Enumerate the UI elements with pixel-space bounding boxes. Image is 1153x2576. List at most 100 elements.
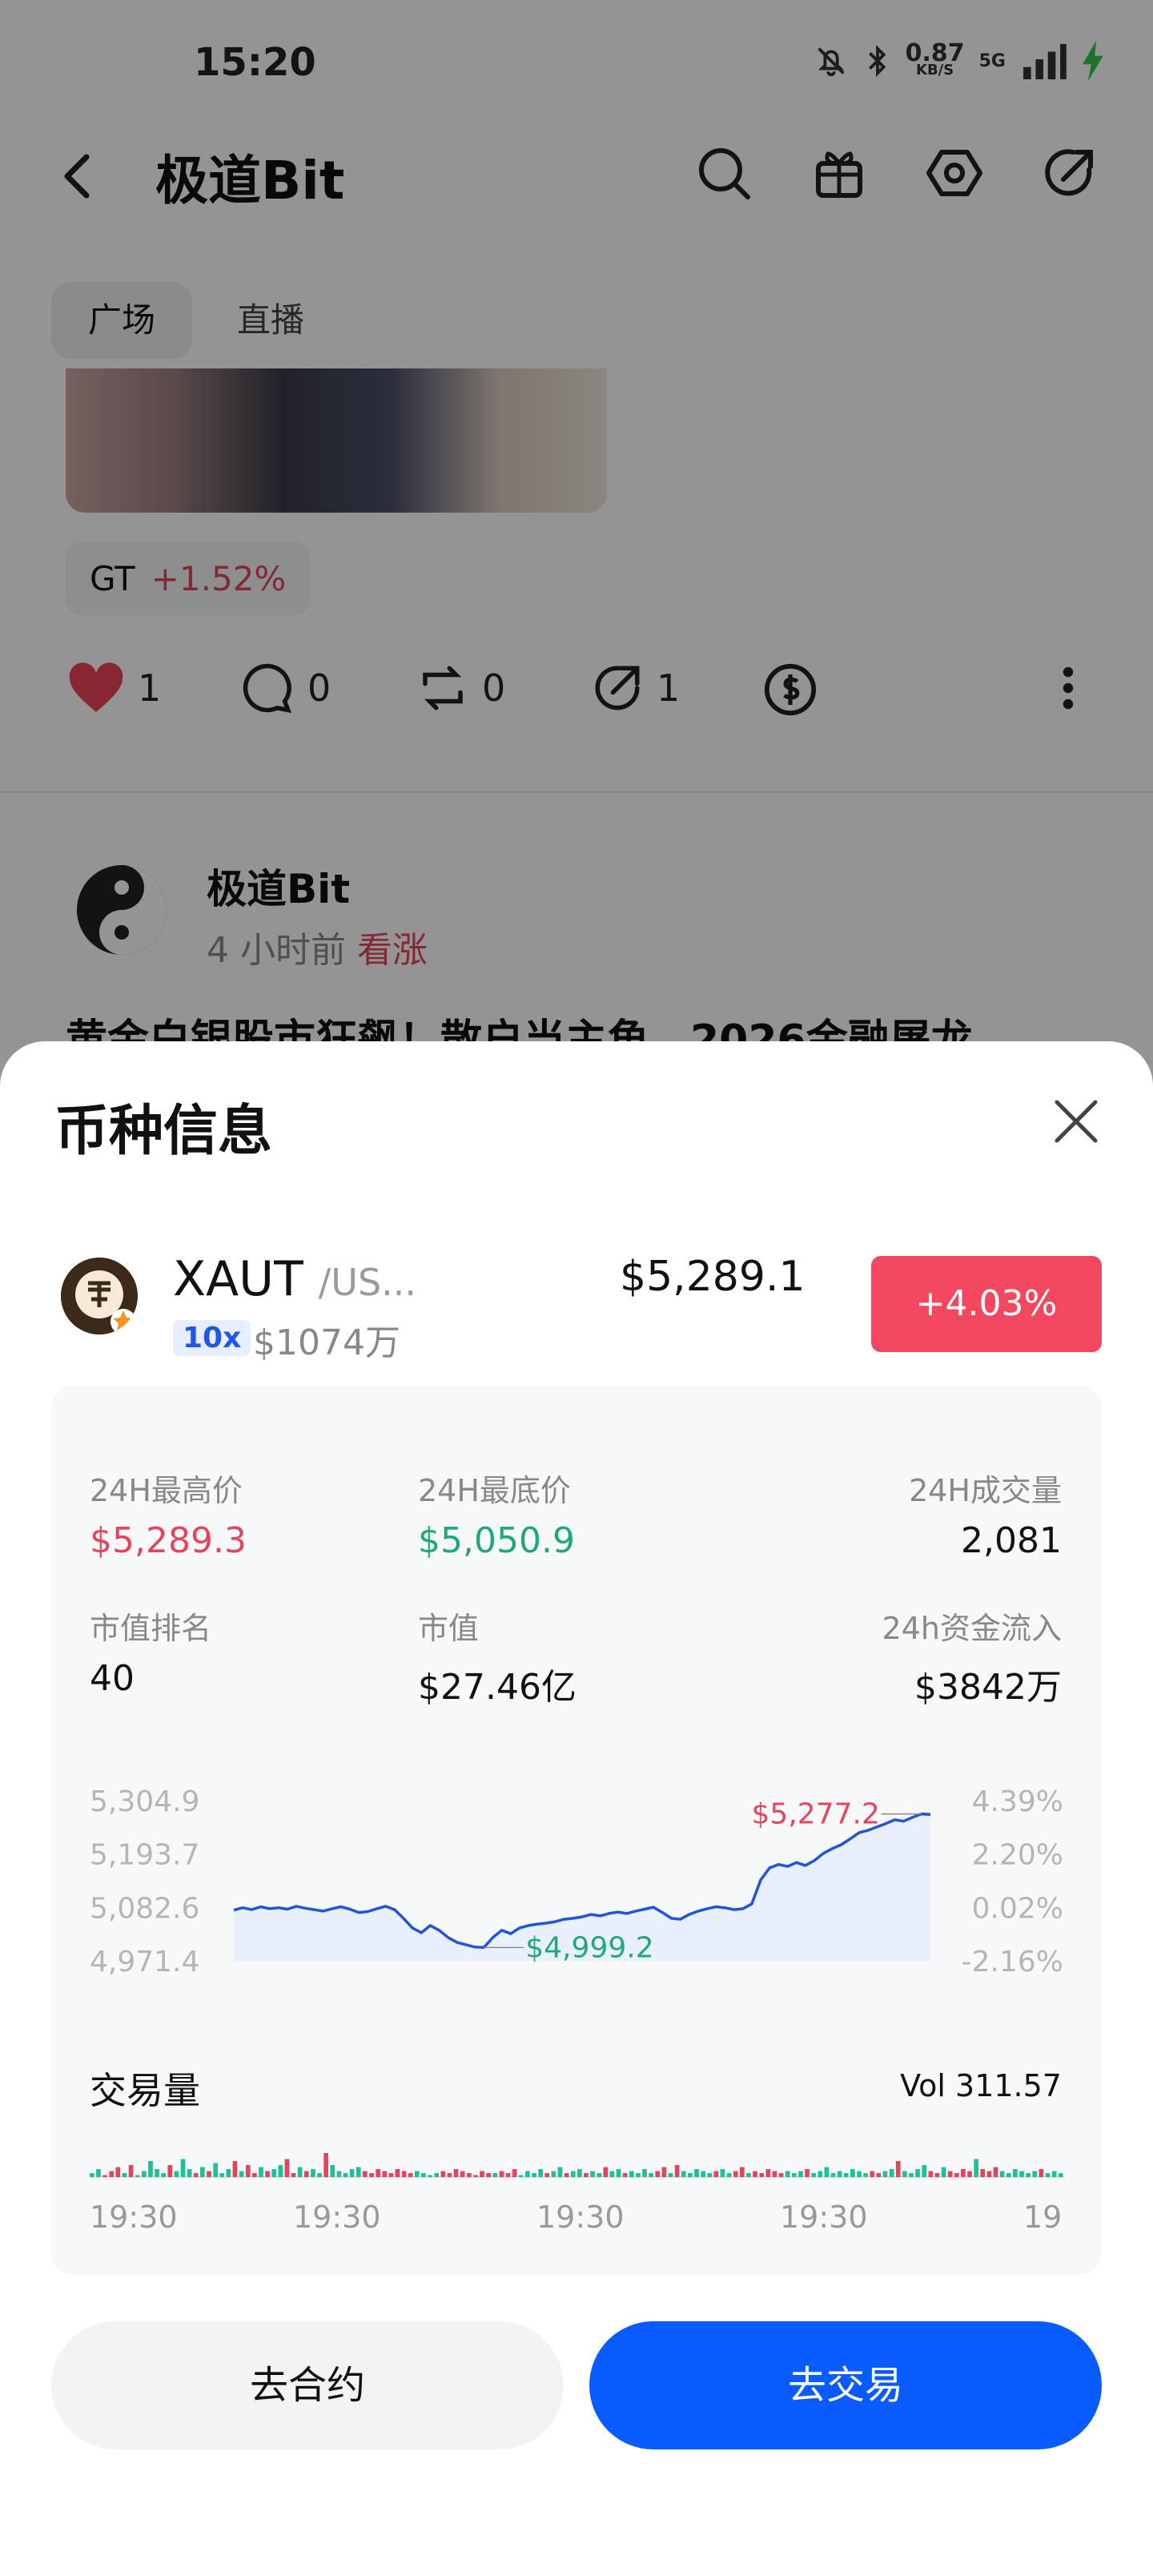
volume-bar — [532, 2173, 536, 2177]
volume-bar — [668, 2173, 673, 2177]
volume-bar — [102, 2175, 107, 2177]
volume-bar — [694, 2169, 699, 2177]
volume-bar — [460, 2171, 465, 2177]
y-left-tick: 4,971.4 — [90, 1946, 199, 1978]
volume-bar — [740, 2167, 745, 2177]
volume-bar — [174, 2171, 179, 2177]
volume-bar — [259, 2167, 263, 2177]
high-annotation: $5,277.2 — [752, 1798, 880, 1831]
time-tick: 19:30 — [293, 2200, 381, 2235]
volume-bar — [798, 2171, 803, 2177]
volume-bar — [811, 2173, 816, 2177]
close-icon[interactable] — [1052, 1097, 1100, 1145]
volume-bar — [772, 2171, 777, 2177]
volume-bar — [122, 2173, 127, 2177]
volume-bar — [746, 2173, 751, 2177]
mcap-value: $27.46亿 — [418, 1667, 576, 1708]
volume-bar — [674, 2165, 680, 2177]
inflow-value: $3842万 — [914, 1667, 1062, 1708]
y-left-tick: 5,304.9 — [90, 1785, 199, 1818]
volume-bar — [311, 2169, 315, 2177]
volume-bar — [480, 2171, 484, 2177]
volume-bar — [271, 2169, 277, 2177]
sheet-title: 币种信息 — [54, 1100, 273, 1163]
volume-bar — [909, 2173, 914, 2177]
volume-bar — [226, 2169, 231, 2177]
volume-bar — [538, 2169, 543, 2177]
volume-bar — [187, 2169, 192, 2177]
volume-bar — [902, 2171, 907, 2177]
volume-bar — [96, 2169, 101, 2177]
volume-bar — [895, 2161, 901, 2177]
volume-bar — [382, 2171, 388, 2177]
volume-bar — [473, 2175, 478, 2177]
volume-bar — [1051, 2171, 1057, 2177]
volume-bar — [557, 2167, 563, 2177]
volume-bar — [343, 2173, 348, 2177]
high-value: $5,289.3 — [90, 1520, 247, 1561]
volume-bar — [622, 2173, 628, 2177]
volume-bar — [726, 2173, 732, 2177]
y-right-tick: 4.39% — [972, 1785, 1063, 1818]
volume-label: 24H成交量 — [909, 1473, 1062, 1508]
volume-bar — [818, 2171, 823, 2177]
volume-bar — [870, 2171, 875, 2177]
time-tick: 19:30 — [780, 2200, 868, 2235]
coin-price: $5,289.1 — [620, 1253, 805, 1301]
volume-bar — [1019, 2171, 1024, 2177]
volume-bar — [765, 2169, 771, 2177]
volume-bar — [928, 2171, 934, 2177]
volume-bar — [792, 2173, 797, 2177]
volume-bar — [167, 2165, 173, 2177]
volume-bar — [518, 2175, 524, 2177]
volume-bar — [616, 2169, 621, 2177]
price-change-badge[interactable]: +4.03% — [871, 1256, 1102, 1352]
time-tick: 19:30 — [90, 2200, 178, 2235]
volume-bar — [453, 2169, 459, 2177]
volume-bar — [142, 2171, 147, 2177]
volume-bar — [363, 2171, 368, 2177]
volume-bar — [297, 2167, 303, 2177]
time-tick: 19:30 — [536, 2200, 625, 2235]
volume-bar — [986, 2171, 992, 2177]
volume-bar — [239, 2171, 244, 2177]
go-trade-button[interactable]: 去交易 — [589, 2321, 1102, 2449]
go-contract-button[interactable]: 去合约 — [51, 2321, 564, 2449]
volume-bar — [219, 2173, 225, 2177]
volume-bar — [753, 2171, 757, 2177]
volume-bar — [584, 2173, 589, 2177]
y-right-tick: 0.02% — [972, 1892, 1063, 1925]
volume-bar — [551, 2171, 556, 2177]
low-label: 24H最底价 — [418, 1473, 571, 1508]
volume-bar — [207, 2171, 211, 2177]
volume-bar — [889, 2169, 894, 2177]
volume-bar — [778, 2173, 784, 2177]
volume-bar — [499, 2171, 504, 2177]
volume-bar — [922, 2165, 927, 2177]
volume-bar — [1032, 2171, 1038, 2177]
volume-bar — [161, 2173, 166, 2177]
volume-bar — [843, 2173, 849, 2177]
volume-bar — [999, 2171, 1005, 2177]
low-annotation: $4,999.2 — [525, 1931, 653, 1964]
volume-bar — [564, 2173, 569, 2177]
volume-bar — [544, 2173, 550, 2177]
volume-bar — [785, 2171, 790, 2177]
rank-value: 40 — [90, 1658, 135, 1699]
y-left-tick: 5,193.7 — [90, 1839, 199, 1872]
volume-bar — [213, 2163, 218, 2177]
volume-bar — [915, 2169, 920, 2177]
volume-bar — [934, 2173, 940, 2177]
volume-bar — [1045, 2173, 1051, 2177]
volume-bar — [882, 2171, 888, 2177]
volume-bar — [525, 2171, 530, 2177]
y-left-tick: 5,082.6 — [90, 1892, 199, 1925]
y-right-tick: 2.20% — [972, 1839, 1063, 1872]
volume-bar — [135, 2175, 140, 2177]
volume-bar — [713, 2171, 719, 2177]
volume-bar — [1006, 2173, 1011, 2177]
volume-bar — [109, 2171, 114, 2177]
volume-bar — [609, 2171, 615, 2177]
volume-bar — [440, 2171, 446, 2177]
volume-bar — [356, 2167, 361, 2177]
